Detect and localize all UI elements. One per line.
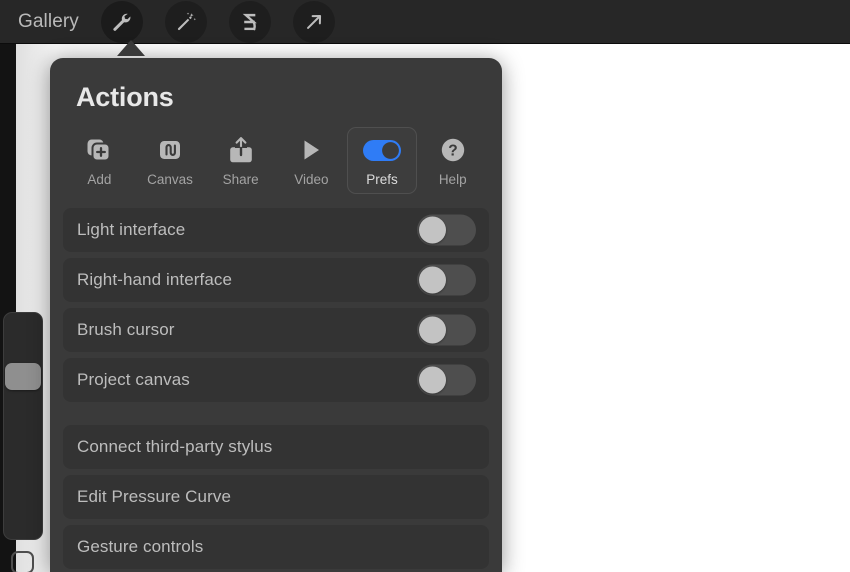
toggle-knob bbox=[419, 366, 446, 394]
wrench-icon bbox=[111, 11, 133, 33]
row-project-canvas-label: Project canvas bbox=[77, 370, 190, 389]
actions-icon-row: Add Canvas Share Video Prefs ? Help bbox=[64, 127, 488, 194]
row-gesture-controls-label: Gesture controls bbox=[77, 537, 204, 556]
row-project-canvas[interactable]: Project canvas bbox=[63, 358, 489, 402]
row-brush-cursor-label: Brush cursor bbox=[77, 320, 175, 339]
row-right-hand-interface-label: Right-hand interface bbox=[77, 270, 233, 289]
app-root: Gallery Actions Add Canvas Share Video P… bbox=[0, 0, 850, 572]
transform-tool-button[interactable] bbox=[292, 0, 335, 43]
row-connect-stylus[interactable]: Connect third-party stylus bbox=[63, 425, 489, 469]
row-light-interface-label: Light interface bbox=[77, 220, 186, 239]
svg-text:?: ? bbox=[448, 142, 457, 159]
row-connect-stylus-label: Connect third-party stylus bbox=[77, 437, 273, 456]
video-icon bbox=[296, 135, 326, 165]
tool-button-group bbox=[100, 0, 335, 43]
section-divider bbox=[63, 408, 489, 425]
help-icon: ? bbox=[438, 135, 468, 165]
share-icon bbox=[226, 135, 256, 165]
toggle-light-interface[interactable] bbox=[417, 214, 476, 246]
prefs-icon bbox=[360, 135, 404, 165]
top-toolbar: Gallery bbox=[0, 0, 850, 44]
toggle-right-hand-interface[interactable] bbox=[417, 264, 476, 296]
row-brush-cursor[interactable]: Brush cursor bbox=[63, 308, 489, 352]
s-curve-icon bbox=[239, 11, 261, 33]
row-edit-pressure-curve[interactable]: Edit Pressure Curve bbox=[63, 475, 489, 519]
action-canvas-label: Canvas bbox=[147, 172, 193, 187]
arrow-icon bbox=[303, 11, 325, 33]
row-gesture-controls[interactable]: Gesture controls bbox=[63, 525, 489, 569]
actions-tool-button[interactable] bbox=[100, 0, 143, 43]
toggle-knob bbox=[419, 266, 446, 294]
settings-rows: Light interface Right-hand interface Bru… bbox=[63, 208, 489, 569]
brush-size-slider[interactable] bbox=[3, 312, 43, 540]
canvas-icon bbox=[155, 135, 185, 165]
action-share[interactable]: Share bbox=[205, 127, 276, 194]
action-canvas[interactable]: Canvas bbox=[135, 127, 206, 194]
action-add[interactable]: Add bbox=[64, 127, 135, 194]
brush-size-slider-handle[interactable] bbox=[5, 363, 41, 390]
row-light-interface[interactable]: Light interface bbox=[63, 208, 489, 252]
action-help-label: Help bbox=[438, 172, 467, 187]
action-help[interactable]: ? Help bbox=[417, 127, 488, 194]
selection-tool-button[interactable] bbox=[228, 0, 271, 43]
action-prefs[interactable]: Prefs bbox=[346, 127, 418, 194]
action-prefs-label: Prefs bbox=[366, 172, 398, 187]
actions-panel: Actions Add Canvas Share Video Prefs ? H… bbox=[50, 58, 502, 572]
toggle-brush-cursor[interactable] bbox=[417, 314, 476, 346]
add-icon bbox=[84, 135, 114, 165]
action-add-label: Add bbox=[87, 172, 112, 187]
panel-title: Actions bbox=[76, 82, 174, 112]
magic-wand-icon bbox=[175, 11, 197, 33]
adjustments-tool-button[interactable] bbox=[164, 0, 207, 43]
action-video-label: Video bbox=[294, 172, 329, 187]
action-share-label: Share bbox=[222, 172, 259, 187]
toggle-project-canvas[interactable] bbox=[417, 364, 476, 396]
panel-caret bbox=[117, 40, 145, 56]
toggle-knob bbox=[419, 216, 446, 244]
toggle-knob bbox=[419, 316, 446, 344]
gallery-button[interactable]: Gallery bbox=[18, 11, 79, 33]
row-edit-pressure-curve-label: Edit Pressure Curve bbox=[77, 487, 232, 506]
action-video[interactable]: Video bbox=[276, 127, 347, 194]
row-right-hand-interface[interactable]: Right-hand interface bbox=[63, 258, 489, 302]
modify-button[interactable] bbox=[11, 551, 34, 572]
